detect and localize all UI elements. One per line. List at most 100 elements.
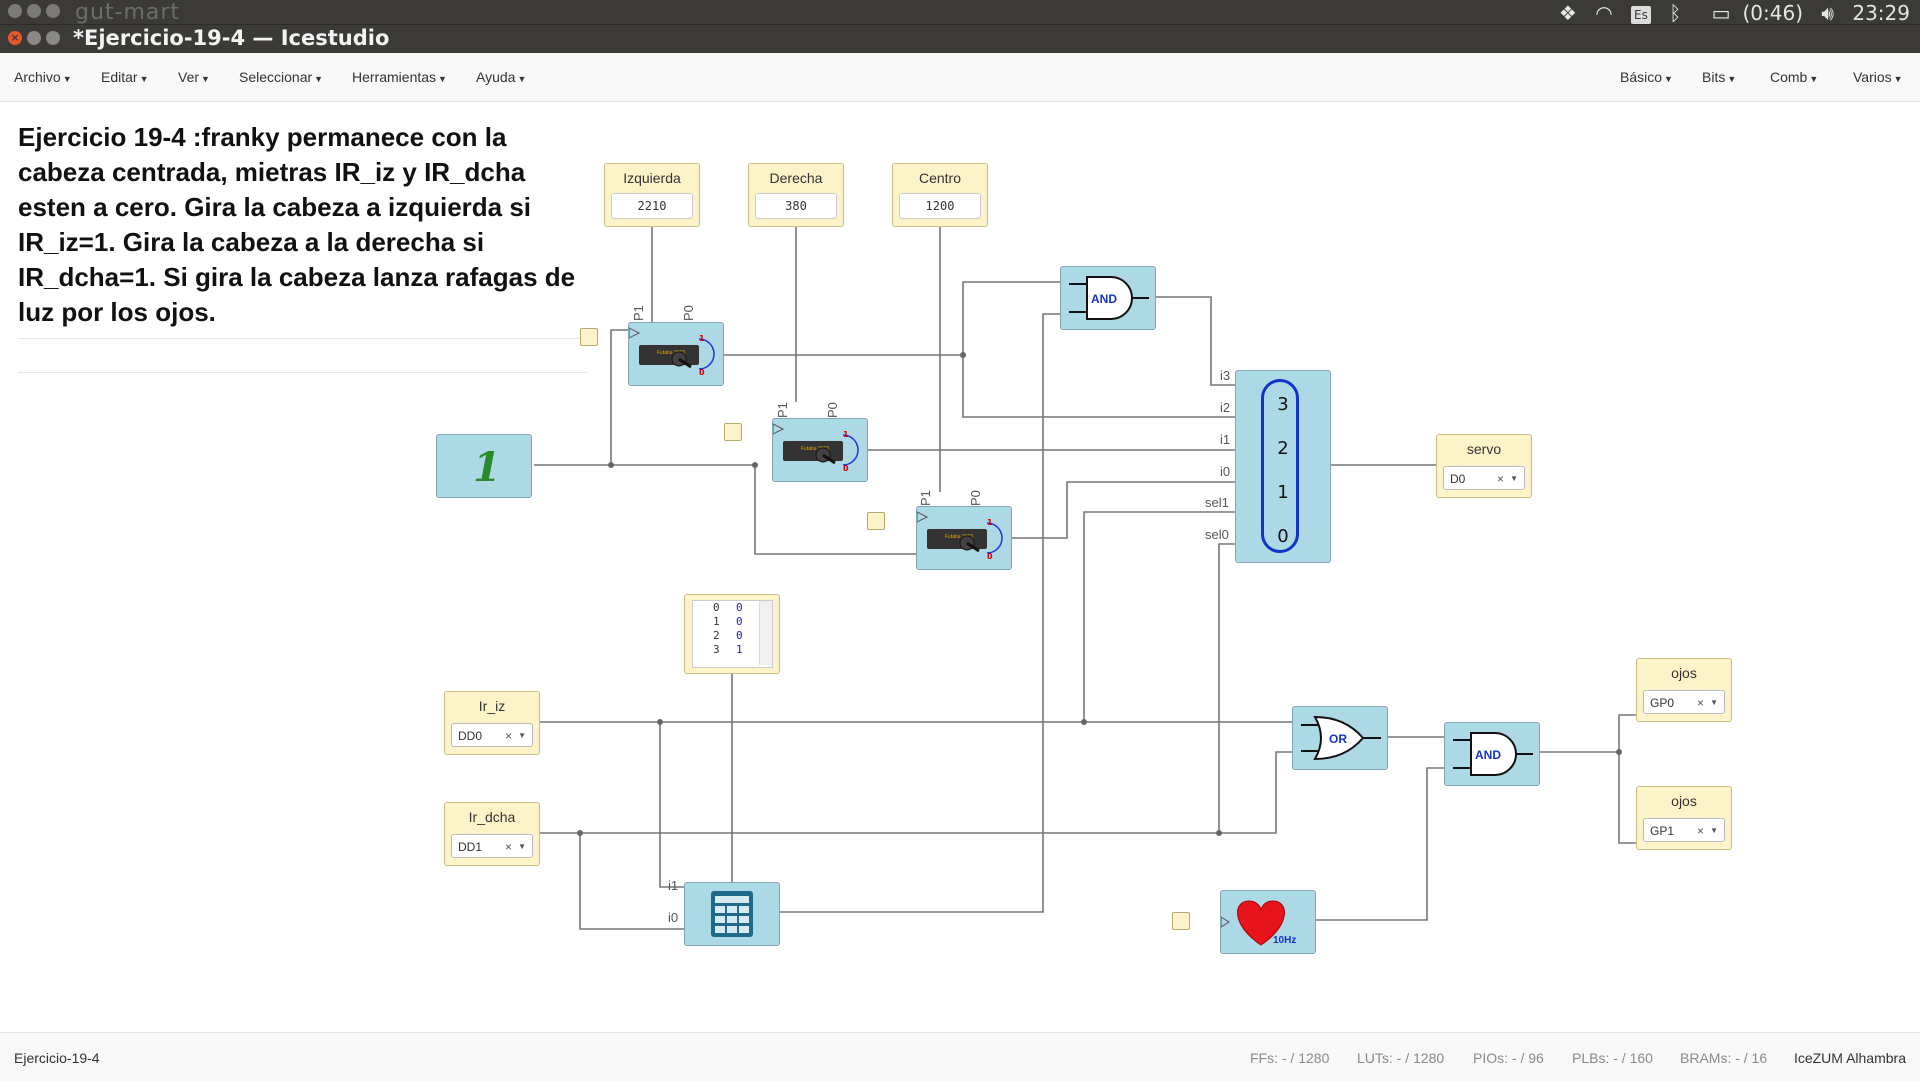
battery-icon: ▭ (1711, 1, 1731, 25)
window-minimize-button[interactable] (27, 31, 41, 45)
clear-icon[interactable]: × (505, 835, 512, 859)
or-gate[interactable]: OR (1292, 706, 1388, 770)
clock-input-pin[interactable] (580, 328, 598, 346)
svg-text:AND: AND (1475, 748, 1501, 762)
menu-comb[interactable]: Comb ▼ (1770, 69, 1818, 85)
table-cell: 1 (736, 643, 743, 656)
volume-icon[interactable]: 🔊︎ (1821, 1, 1834, 25)
and-gate-top[interactable]: AND (1060, 266, 1156, 330)
and-gate-bottom[interactable]: AND (1444, 722, 1540, 786)
pin-select[interactable]: D0 × ▼ (1443, 466, 1525, 490)
status-bar: Ejercicio-19-4 FFs: - / 1280 LUTs: - / 1… (0, 1032, 1920, 1081)
param-label-p0: P0 (825, 402, 840, 418)
menu-archivo[interactable]: Archivo ▼ (14, 69, 72, 85)
window-close-button[interactable]: × (8, 31, 22, 45)
divider (18, 372, 588, 373)
caret-down-icon: ▼ (62, 74, 72, 84)
dropdown-arrow-icon[interactable]: ▼ (518, 835, 526, 859)
input-ir-dcha[interactable]: Ir_dcha DD1 × ▼ (444, 802, 540, 866)
dropdown-arrow-icon[interactable]: ▼ (1710, 691, 1718, 715)
menu-editar[interactable]: Editar ▼ (101, 69, 149, 85)
truth-table-editor[interactable]: 00 10 20 31 (692, 600, 773, 668)
table-cell: 1 (713, 615, 720, 628)
wifi-icon[interactable]: ◠ (1595, 1, 1612, 25)
heartbeat-10hz-block[interactable]: 10Hz (1220, 890, 1316, 954)
menu-seleccionar[interactable]: Seleccionar ▼ (239, 69, 323, 85)
caret-down-icon: ▼ (139, 74, 149, 84)
menu-bits[interactable]: Bits ▼ (1702, 69, 1736, 85)
mux-input-i0: i0 (1220, 464, 1231, 479)
bluetooth-icon[interactable]: ᛒ (1669, 1, 1681, 25)
dropbox-icon[interactable]: ❖ (1559, 1, 1577, 25)
dropdown-arrow-icon[interactable]: ▼ (1510, 467, 1518, 491)
constant-value[interactable]: 1200 (899, 193, 981, 219)
design-canvas[interactable]: Ejercicio 19-4 :franky permanece con la … (0, 102, 1920, 1032)
clock-input-pin[interactable] (1172, 912, 1190, 930)
constant-label: Derecha (769, 170, 823, 186)
menu-label: Bits (1702, 69, 1726, 85)
multiplexer-block[interactable]: 3 2 1 0 (1235, 370, 1331, 563)
caret-down-icon: ▼ (1727, 74, 1737, 84)
or-gate-icon: OR (1301, 715, 1381, 761)
caret-down-icon: ▼ (1664, 74, 1673, 84)
clear-icon[interactable]: × (1497, 467, 1504, 491)
mux-input-i2: i2 (1220, 400, 1231, 415)
stat-plbs: PLBs: - / 160 (1572, 1050, 1653, 1066)
clear-icon[interactable]: × (1697, 819, 1704, 843)
constant-value[interactable]: 2210 (611, 193, 693, 219)
svg-text:0: 0 (843, 464, 849, 473)
menu-basico[interactable]: Básico ▼ (1620, 69, 1673, 85)
and-gate-icon: AND (1453, 732, 1533, 776)
dot-min-icon (27, 4, 41, 18)
pin-select[interactable]: DD1 × ▼ (451, 834, 533, 858)
output-ojos-gp0[interactable]: ojos GP0 × ▼ (1636, 658, 1732, 722)
keyboard-layout-indicator[interactable]: Es (1631, 5, 1651, 24)
window-maximize-button[interactable] (46, 31, 60, 45)
table-block[interactable] (684, 882, 780, 946)
board-selector[interactable]: IceZUM Alhambra (1794, 1050, 1906, 1066)
constant-izquierda[interactable]: Izquierda 2210 (604, 163, 700, 227)
clear-icon[interactable]: × (1697, 691, 1704, 715)
input-label: Ir_iz (478, 698, 506, 714)
constant-centro[interactable]: Centro 1200 (892, 163, 988, 227)
pin-value: D0 (1450, 472, 1466, 486)
inactive-window-buttons (8, 4, 65, 23)
clear-icon[interactable]: × (505, 724, 512, 748)
pin-select[interactable]: GP0 × ▼ (1643, 690, 1725, 714)
servo-block-izquierda[interactable]: Futaba 3003 1 0 (628, 322, 724, 386)
clock-input-pin[interactable] (867, 512, 885, 530)
constant-derecha[interactable]: Derecha 380 (748, 163, 844, 227)
servo-block-centro[interactable]: Futaba 3003 1 0 (916, 506, 1012, 570)
menu-label: Varios (1853, 69, 1892, 85)
menu-varios[interactable]: Varios ▼ (1853, 69, 1903, 85)
dropdown-arrow-icon[interactable]: ▼ (518, 724, 526, 748)
clock-input-pin[interactable] (724, 423, 742, 441)
battery-indicator[interactable]: ▭ (0:46) (1700, 1, 1803, 25)
output-servo[interactable]: servo D0 × ▼ (1436, 434, 1532, 498)
pin-value: GP1 (1650, 824, 1675, 838)
servo-block-derecha[interactable]: Futaba 3003 1 0 (772, 418, 868, 482)
table-grid-icon (711, 891, 753, 937)
stat-ffs: FFs: - / 1280 (1250, 1050, 1330, 1066)
svg-text:1: 1 (843, 430, 849, 439)
constant-one-block[interactable]: 1 (436, 434, 532, 498)
pin-select[interactable]: DD0 × ▼ (451, 723, 533, 747)
clock[interactable]: 23:29 (1852, 1, 1910, 25)
block-description-text[interactable]: Ejercicio 19-4 :franky permanece con la … (18, 120, 593, 330)
pin-select[interactable]: GP1 × ▼ (1643, 818, 1725, 842)
dot-close-icon (8, 4, 22, 18)
constant-label: Izquierda (623, 170, 681, 186)
dropdown-arrow-icon[interactable]: ▼ (1710, 819, 1718, 843)
input-ir-iz[interactable]: Ir_iz DD0 × ▼ (444, 691, 540, 755)
scrollbar[interactable] (759, 601, 772, 665)
param-label-p1: P1 (918, 490, 933, 506)
menu-herramientas[interactable]: Herramientas ▼ (352, 69, 447, 85)
output-ojos-gp1[interactable]: ojos GP1 × ▼ (1636, 786, 1732, 850)
menu-ayuda[interactable]: Ayuda ▼ (476, 69, 526, 85)
menu-ver[interactable]: Ver ▼ (178, 69, 210, 85)
mux-input-sel1: sel1 (1205, 495, 1229, 510)
constant-value[interactable]: 380 (755, 193, 837, 219)
output-label: ojos (1671, 665, 1697, 681)
truth-table-params[interactable]: 00 10 20 31 (684, 594, 780, 674)
pin-value: DD0 (458, 729, 483, 743)
